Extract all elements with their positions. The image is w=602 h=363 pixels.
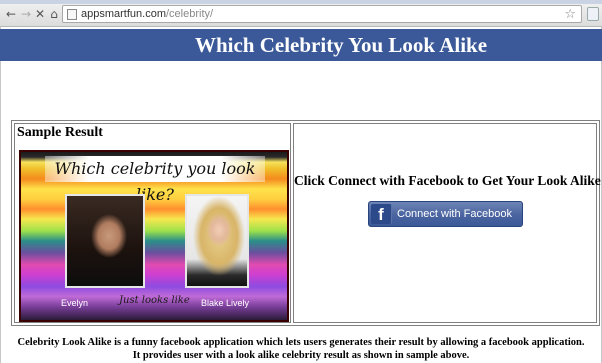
forward-arrow-icon[interactable]: → <box>19 7 33 21</box>
sample-result-image: Which celebrity you look like? Evelyn Ju… <box>19 150 289 322</box>
back-arrow-icon[interactable]: ← <box>4 7 18 21</box>
looks-like-caption: Just looks like <box>119 295 190 306</box>
url-text: appsmartfun.com/celebrity/ <box>81 7 213 22</box>
sample-cell: Sample Result Which celebrity you look l… <box>14 123 291 323</box>
home-icon[interactable]: ⌂ <box>47 7 61 21</box>
extension-icon[interactable] <box>587 7 599 21</box>
browser-toolbar: ← → ✕ ⌂ appsmartfun.com/celebrity/ ☆ <box>0 0 602 27</box>
connect-with-facebook-button[interactable]: f Connect with Facebook <box>368 201 523 227</box>
window-border-left <box>0 27 1 363</box>
connect-heading: Click Connect with Facebook to Get Your … <box>294 173 601 188</box>
connect-button-label: Connect with Facebook <box>397 208 512 220</box>
bookmark-star-icon[interactable]: ☆ <box>564 6 576 23</box>
address-bar[interactable]: appsmartfun.com/celebrity/ ☆ <box>62 5 582 23</box>
user-photo <box>65 194 145 288</box>
celebrity-name-caption: Blake Lively <box>201 298 250 308</box>
connect-cell: Click Connect with Facebook to Get Your … <box>293 123 601 323</box>
celebrity-photo <box>185 194 249 288</box>
sample-result-label: Sample Result <box>17 125 103 140</box>
page-icon <box>67 9 77 20</box>
sample-banner: Which celebrity you look like? <box>45 156 265 204</box>
sample-banner-text: Which celebrity you look like? <box>54 159 256 204</box>
url-path: /celebrity/ <box>165 8 214 20</box>
page-title: Which Celebrity You Look Alike <box>194 33 488 57</box>
facebook-logo-icon: f <box>371 204 392 224</box>
url-host: appsmartfun.com <box>81 8 166 20</box>
page-description: Celebrity Look Alike is a funny facebook… <box>0 336 602 362</box>
stop-icon[interactable]: ✕ <box>33 7 47 21</box>
description-line-2: It provides user with a look alike celeb… <box>132 350 470 361</box>
page-header: Which Celebrity You Look Alike <box>0 29 602 61</box>
content-table: Sample Result Which celebrity you look l… <box>11 120 601 326</box>
user-name-caption: Evelyn <box>61 298 89 308</box>
description-line-1: Celebrity Look Alike is a funny facebook… <box>17 337 585 348</box>
tab-strip <box>0 0 602 4</box>
